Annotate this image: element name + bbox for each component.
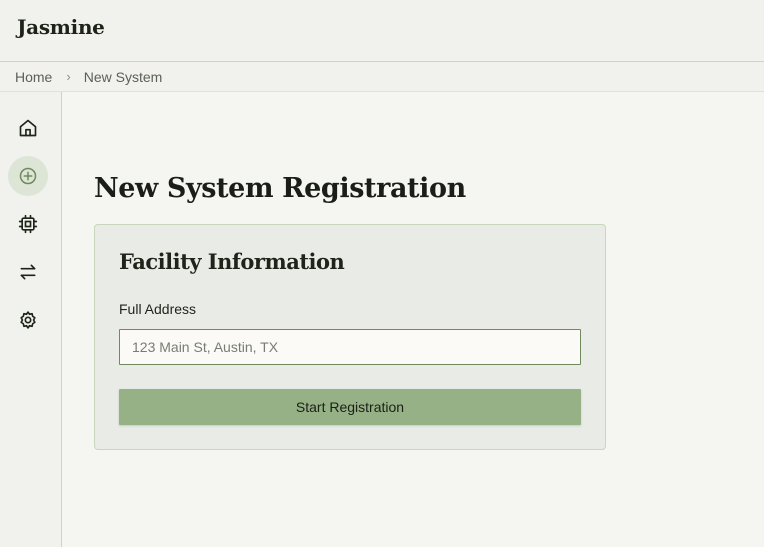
page-title: New System Registration — [94, 173, 466, 204]
chip-icon — [18, 214, 38, 234]
sidebar-item-home[interactable] — [8, 108, 48, 148]
sidebar — [0, 92, 62, 547]
address-label: Full Address — [119, 301, 197, 317]
sidebar-item-settings[interactable] — [8, 300, 48, 340]
breadcrumb-separator: › — [66, 69, 71, 84]
start-registration-button[interactable]: Start Registration — [119, 389, 581, 425]
breadcrumb: Home › New System — [0, 62, 764, 92]
home-icon — [19, 119, 37, 137]
address-input[interactable] — [119, 329, 581, 365]
top-bar: Jasmine — [0, 0, 764, 62]
card-title: Facility Information — [119, 249, 345, 274]
sidebar-item-transfers[interactable] — [8, 252, 48, 292]
sidebar-item-systems[interactable] — [8, 204, 48, 244]
breadcrumb-home-link[interactable]: Home — [15, 69, 52, 85]
arrows-swap-icon — [20, 264, 36, 280]
plus-circle-icon — [19, 167, 37, 185]
breadcrumb-current: New System — [83, 68, 163, 85]
gear-icon — [20, 311, 36, 329]
sidebar-item-new-system[interactable] — [8, 156, 48, 196]
app-logo[interactable]: Jasmine — [17, 15, 105, 39]
facility-information-card: Facility Information Full Address Start … — [94, 224, 606, 450]
